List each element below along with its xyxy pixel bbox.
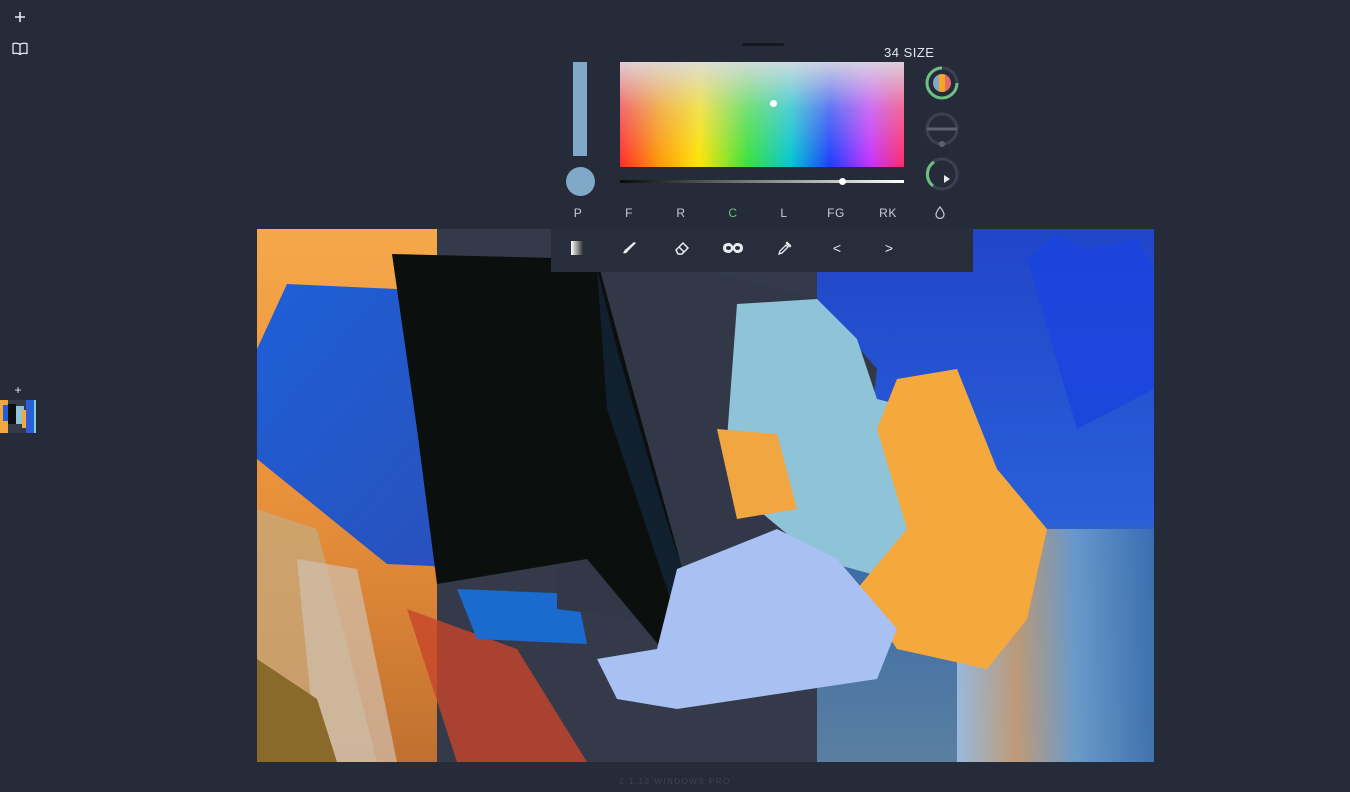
tab-l[interactable]: L [780,206,787,220]
tab-rk[interactable]: RK [879,206,897,220]
tab-c[interactable]: C [728,206,737,220]
lightness-slider[interactable] [620,180,904,183]
color-picker-cursor[interactable] [770,100,777,107]
next-button[interactable]: > [873,229,905,267]
gradient-icon[interactable] [561,229,593,267]
color-picker-field[interactable] [620,62,904,167]
previous-button[interactable]: < [821,229,853,267]
brush-toolbar: < > [551,229,973,272]
droplet-icon[interactable] [935,206,945,222]
color-mode-dial[interactable] [924,65,960,101]
tab-fg[interactable]: FG [827,206,845,220]
lightness-slider-thumb[interactable] [839,178,846,185]
eraser-icon[interactable] [666,229,698,267]
add-icon[interactable] [10,7,30,27]
add-layer-button[interactable]: + [10,382,26,398]
tab-p[interactable]: P [574,206,583,220]
eyedropper-icon[interactable] [769,229,801,267]
version-label: 2.1.12 WINDOWS PRO [619,777,731,786]
mask-icon[interactable] [717,229,749,267]
book-icon[interactable] [10,38,30,58]
layer-thumbnail[interactable] [0,400,36,433]
brush-size-label[interactable]: 34 SIZE [884,45,934,60]
brush-icon[interactable] [614,229,646,267]
drawing-canvas[interactable] [257,229,1154,762]
tab-f[interactable]: F [625,206,633,220]
flow-dial[interactable] [924,156,960,192]
opacity-dial[interactable] [924,111,960,147]
panel-drag-handle[interactable] [742,43,784,46]
current-color-swatch[interactable] [566,167,595,196]
brush-size-slider[interactable] [573,62,587,156]
tab-r[interactable]: R [676,206,685,220]
